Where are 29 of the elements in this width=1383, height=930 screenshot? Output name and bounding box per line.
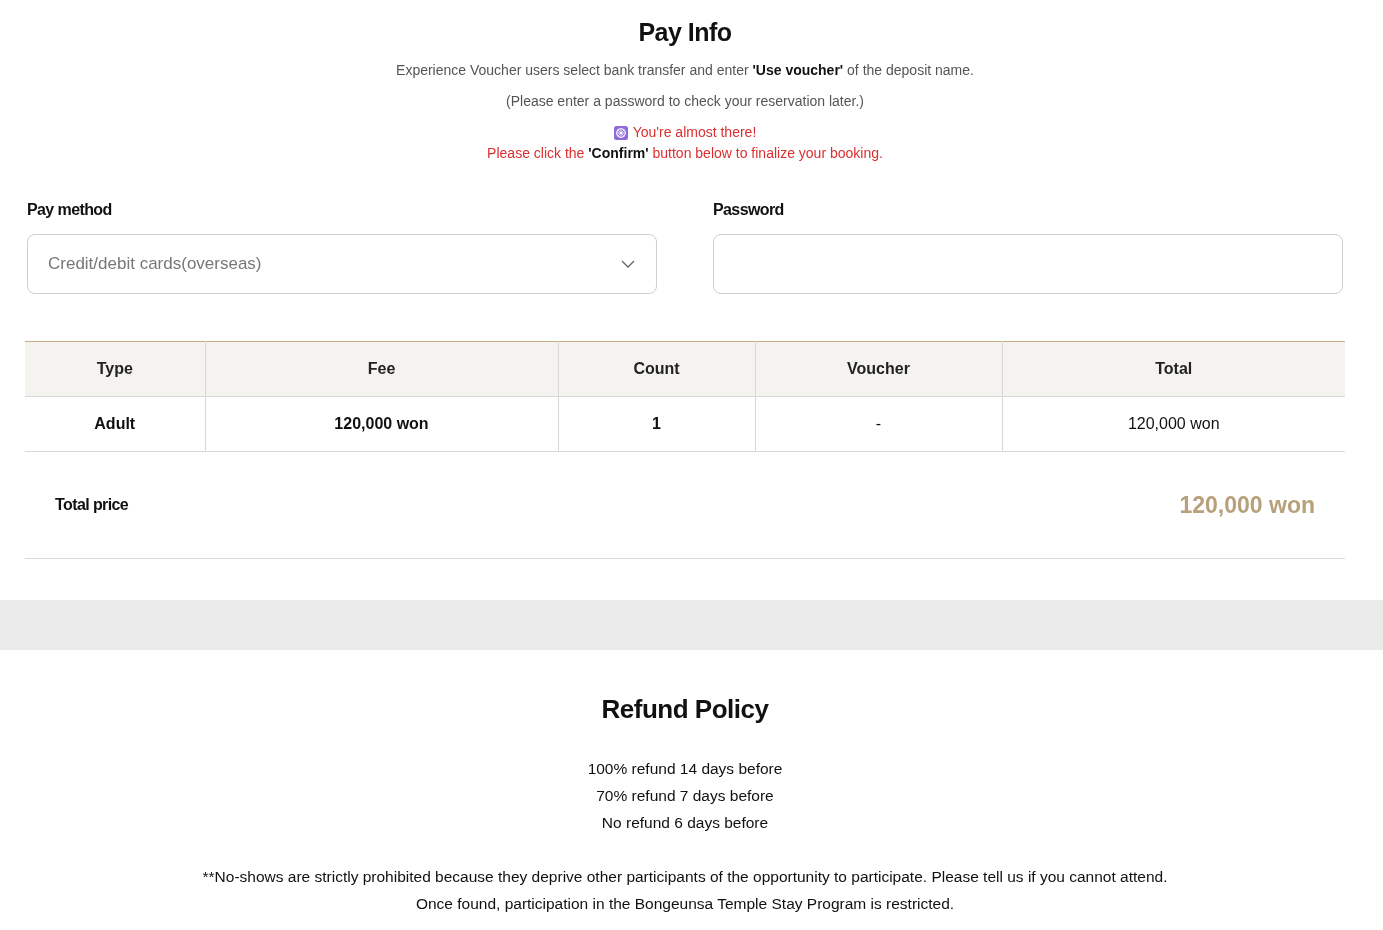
table-cell: 120,000 won: [1002, 396, 1345, 452]
chevron-down-icon: [621, 260, 635, 268]
field-label: Pay method: [27, 200, 112, 220]
refund-rule: No refund 6 days before: [601, 813, 769, 833]
column-header: Total: [1002, 341, 1345, 397]
section-title: Pay Info: [638, 17, 732, 48]
policy-note: Once found, participation in the Bongeunsa Temple Stay Program is restricted.: [415, 894, 955, 914]
column-header: Fee: [205, 341, 558, 397]
column-header: Voucher: [755, 341, 1002, 397]
table-cell: 1: [558, 396, 755, 452]
field-label: Password: [713, 200, 784, 220]
alert-message: You're almost there!: [632, 123, 757, 142]
password-hint: (Please enter a password to check your reservation later.): [506, 92, 864, 111]
column-header: Count: [558, 341, 755, 397]
table-cell: Adult: [25, 396, 205, 452]
total-price-label: Total price: [55, 496, 129, 514]
voucher-notice: Experience Voucher users select bank transfer and enter 'Use voucher' of the deposit name.: [396, 61, 974, 80]
total-price-value: 120,000 won: [1179, 491, 1315, 519]
password-input[interactable]: [713, 234, 1343, 294]
policy-note: **No-shows are strictly prohibited because they deprive other participants of the opportunity to participate. Please tell us if you cannot attend.: [202, 867, 1168, 887]
pay-method-select[interactable]: Credit/debit cards(overseas): [27, 234, 657, 294]
table-cell: -: [755, 396, 1002, 452]
table-cell: 120,000 won: [205, 396, 558, 452]
column-header: Type: [25, 341, 205, 397]
refund-rule: 70% refund 7 days before: [596, 786, 774, 806]
wheel-icon: [613, 125, 628, 140]
section-title: Refund Policy: [601, 693, 769, 726]
refund-rule: 100% refund 14 days before: [587, 759, 783, 779]
alert-instruction: Please click the 'Confirm' button below to finalize your booking.: [487, 144, 883, 163]
